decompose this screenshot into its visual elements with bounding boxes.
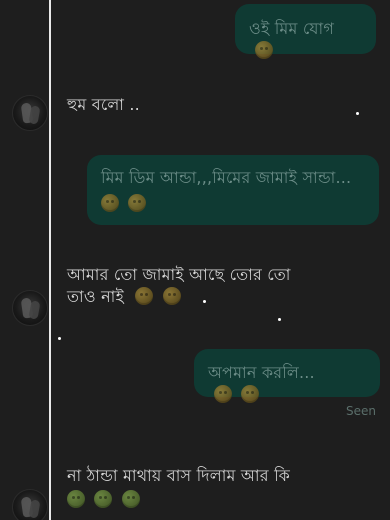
- incoming-message[interactable]: হুম বলো ..: [67, 94, 140, 116]
- neutral-face-emoji: [135, 287, 154, 305]
- message-text-line-2: তাও নাই: [67, 287, 125, 306]
- message-emojis: [214, 384, 263, 406]
- frog-emoji: [94, 490, 113, 508]
- incoming-message[interactable]: না ঠান্ডা মাথায় বাস দিলাম আর কি: [67, 465, 357, 511]
- vertical-guide-line: [49, 0, 51, 520]
- outgoing-message-bubble[interactable]: অপমান করলি...: [194, 349, 380, 403]
- outgoing-message-bubble[interactable]: ওই মিম যোগ: [235, 4, 376, 59]
- message-text: অপমান করলি...: [208, 349, 368, 406]
- message-text: হুম বলো ..: [67, 95, 140, 114]
- chat-screen: ওই মিম যোগ হুম বলো .. মিম ডিম আন্ডা,,,মি…: [0, 0, 390, 520]
- incoming-message[interactable]: আমার তো জামাই আছে তোর তো তাও নাই: [67, 264, 337, 308]
- sparkle-dot: [58, 337, 61, 340]
- disappointed-emoji: [241, 385, 260, 403]
- blush-emoji: [128, 194, 147, 212]
- sweat-smile-emoji: [255, 41, 273, 59]
- message-emojis: [101, 193, 367, 215]
- outgoing-message-bubble[interactable]: মিম ডিম আন্ডা,,,মিমের জামাই সান্ডা...: [87, 155, 379, 225]
- frog-emoji: [121, 490, 140, 508]
- message-text: মিম ডিম আন্ডা,,,মিমের জামাই সান্ডা...: [101, 168, 352, 187]
- grimace-emoji: [101, 194, 119, 212]
- seen-status: Seen: [346, 404, 376, 418]
- slight-smile-emoji: [162, 287, 181, 305]
- message-text: ওই মিম যোগ: [249, 4, 364, 62]
- sparkle-dot: [278, 318, 281, 321]
- message-emojis: [67, 489, 357, 511]
- message-emojis: [255, 40, 277, 62]
- contact-avatar[interactable]: [12, 290, 48, 326]
- message-text: না ঠান্ডা মাথায় বাস দিলাম আর কি: [67, 466, 291, 485]
- sparkle-dot: [356, 112, 359, 115]
- contact-avatar[interactable]: [12, 489, 48, 520]
- message-text-line-1: আমার তো জামাই আছে তোর তো: [67, 265, 291, 284]
- disappointed-emoji: [214, 385, 232, 403]
- message-emojis: [135, 286, 184, 308]
- contact-avatar[interactable]: [12, 95, 48, 131]
- frog-emoji: [67, 490, 85, 508]
